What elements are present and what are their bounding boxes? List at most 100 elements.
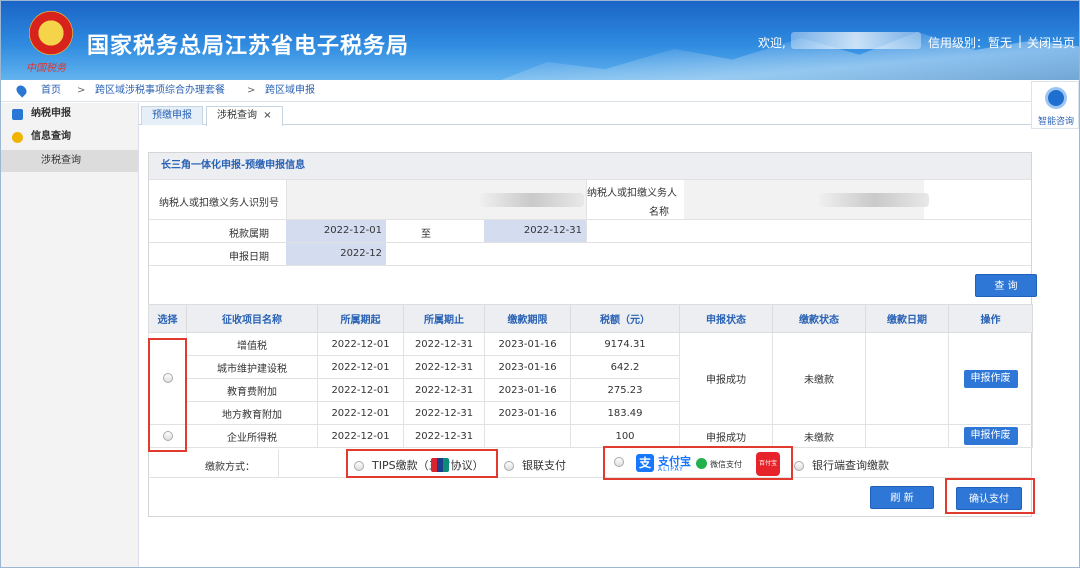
col-select: 选择 bbox=[148, 304, 187, 333]
deadline: 2023-01-16 bbox=[484, 401, 571, 425]
tab-label: 涉税查询 bbox=[217, 110, 257, 121]
col-amount: 税额（元） bbox=[570, 304, 680, 333]
breadcrumb-separator: > bbox=[247, 85, 256, 96]
panel-title: 长三角一体化申报-预缴申报信息 bbox=[149, 153, 1031, 179]
pay-status: 未缴款 bbox=[772, 424, 866, 448]
col-pay-date: 缴款日期 bbox=[865, 304, 949, 333]
action-cell: 申报作废 bbox=[948, 332, 1033, 425]
welcome-text: 欢迎, bbox=[758, 36, 786, 50]
grid-icon bbox=[12, 109, 23, 120]
deadline: 2023-01-16 bbox=[484, 355, 571, 379]
col-pay-status: 缴款状态 bbox=[772, 304, 866, 333]
declare-date-field[interactable]: 2022-12 bbox=[286, 243, 386, 265]
highlight-tips-option bbox=[346, 449, 498, 478]
sidebar-item-tax-declaration[interactable]: 纳税申报 bbox=[1, 103, 138, 125]
highlight-select-column bbox=[148, 338, 187, 452]
col-period-start: 所属期起 bbox=[317, 304, 404, 333]
tab-tax-query[interactable]: 涉税查询 × bbox=[206, 106, 283, 126]
payment-method-row: 缴款方式： TIPS缴款（三方协议） 银联支付 支 支付宝 ALIPAY 微信支… bbox=[148, 450, 1032, 478]
declare-status: 申报成功 bbox=[679, 424, 773, 448]
amount: 275.23 bbox=[570, 378, 680, 402]
breadcrumb-separator: > bbox=[77, 85, 86, 96]
void-declaration-button[interactable]: 申报作废 bbox=[963, 369, 1018, 388]
action-cell: 申报作废 bbox=[948, 424, 1033, 448]
pay-date bbox=[865, 424, 949, 448]
col-deadline: 缴款期限 bbox=[484, 304, 571, 333]
amount: 642.2 bbox=[570, 355, 680, 379]
amount: 9174.31 bbox=[570, 332, 680, 356]
declare-date-label: 申报日期 bbox=[229, 252, 269, 263]
period-start: 2022-12-01 bbox=[317, 424, 404, 448]
sidebar-subitem-tax-query[interactable]: 涉税查询 bbox=[1, 150, 138, 172]
tax-emblem-icon bbox=[29, 11, 73, 55]
breadcrumb-home[interactable]: 首页 bbox=[41, 81, 61, 101]
deadline: 2023-01-16 bbox=[484, 332, 571, 356]
radio-bank-query[interactable] bbox=[794, 461, 804, 471]
highlight-alipay-wechat-option bbox=[603, 446, 793, 480]
sidebar-subitem-label: 涉税查询 bbox=[41, 155, 81, 166]
period-end: 2022-12-31 bbox=[403, 424, 485, 448]
col-action: 操作 bbox=[948, 304, 1033, 333]
tab-label: 预缴申报 bbox=[152, 110, 192, 121]
tab-close-icon[interactable]: × bbox=[263, 110, 271, 121]
tab-prepay-declare[interactable]: 预缴申报 bbox=[141, 106, 203, 125]
header-separator: | bbox=[1018, 34, 1023, 48]
sidebar-item-label: 纳税申报 bbox=[31, 108, 71, 119]
sidebar-item-label: 信息查询 bbox=[31, 131, 71, 142]
payment-method-label: 缴款方式： bbox=[205, 462, 255, 473]
location-pin-icon bbox=[14, 83, 29, 98]
headset-icon bbox=[1045, 87, 1067, 109]
pay-option-unionpay[interactable]: 银联支付 bbox=[504, 457, 566, 473]
tax-items-table: 选择 征收项目名称 所属期起 所属期止 缴款期限 税额（元） 申报状态 缴款状态… bbox=[148, 304, 1033, 448]
page-frame: 中国税务 国家税务总局江苏省电子税务局 欢迎, 信用级别：暂无 | 关闭当页 首… bbox=[0, 0, 1080, 568]
sidebar-item-info-query[interactable]: 信息查询 bbox=[1, 126, 138, 148]
period-end: 2022-12-31 bbox=[403, 355, 485, 379]
item-name: 企业所得税 bbox=[186, 424, 318, 448]
item-name: 地方教育附加 bbox=[186, 401, 318, 425]
site-title: 国家税务总局江苏省电子税务局 bbox=[87, 34, 410, 59]
void-declaration-button[interactable]: 申报作废 bbox=[963, 427, 1018, 445]
table-row: 企业所得税 2022-12-01 2022-12-31 100 申报成功 未缴款… bbox=[148, 424, 1033, 448]
period-start: 2022-12-01 bbox=[317, 332, 404, 356]
assistant-label: 智能咨询 bbox=[1037, 117, 1074, 127]
redacted-taxpayer-name bbox=[819, 193, 929, 207]
taxpayer-name-label: 纳税人或扣缴义务人 bbox=[587, 188, 677, 199]
breadcrumb: 首页 > 跨区域涉税事项综合办理套餐 > 跨区域申报 bbox=[1, 81, 1079, 102]
credit-level: 信用级别：暂无 bbox=[928, 36, 1013, 50]
col-item-name: 征收项目名称 bbox=[186, 304, 318, 333]
tab-bar: 预缴申报 涉税查询 × bbox=[139, 103, 1031, 126]
pay-option-bank-query[interactable]: 银行端查询缴款 bbox=[794, 457, 889, 473]
query-button[interactable]: 查 询 bbox=[975, 274, 1037, 297]
breadcrumb-cross-region-package[interactable]: 跨区域涉税事项综合办理套餐 bbox=[95, 81, 225, 101]
taxpayer-name-label-2: 名称 bbox=[649, 207, 669, 218]
tax-period-label: 税款属期 bbox=[229, 229, 269, 240]
period-end-field[interactable]: 2022-12-31 bbox=[484, 220, 586, 242]
redacted-username bbox=[791, 32, 921, 49]
item-name: 增值税 bbox=[186, 332, 318, 356]
declare-status: 申报成功 bbox=[679, 332, 773, 425]
close-page-link[interactable]: 关闭当页 bbox=[1027, 34, 1075, 51]
pay-date bbox=[865, 332, 949, 425]
period-start: 2022-12-01 bbox=[317, 401, 404, 425]
smart-assistant-button[interactable]: 智能咨询 bbox=[1031, 81, 1079, 129]
period-end: 2022-12-31 bbox=[403, 401, 485, 425]
table-header-row: 选择 征收项目名称 所属期起 所属期止 缴款期限 税额（元） 申报状态 缴款状态… bbox=[148, 304, 1033, 333]
period-start-field[interactable]: 2022-12-01 bbox=[286, 220, 386, 242]
logo-subtitle: 中国税务 bbox=[26, 63, 66, 74]
period-to-label: 至 bbox=[421, 229, 431, 240]
deadline bbox=[484, 424, 571, 448]
period-start: 2022-12-01 bbox=[317, 355, 404, 379]
col-period-end: 所属期止 bbox=[403, 304, 485, 333]
period-start: 2022-12-01 bbox=[317, 378, 404, 402]
site-header: 中国税务 国家税务总局江苏省电子税务局 欢迎, 信用级别：暂无 | 关闭当页 bbox=[1, 1, 1079, 80]
bank-query-label: 银行端查询缴款 bbox=[812, 459, 889, 472]
unionpay-label: 银联支付 bbox=[522, 459, 566, 472]
radio-unionpay[interactable] bbox=[504, 461, 514, 471]
chat-icon bbox=[12, 132, 23, 143]
breadcrumb-cross-region-declare[interactable]: 跨区域申报 bbox=[265, 81, 315, 101]
refresh-button[interactable]: 刷 新 bbox=[870, 486, 934, 509]
period-end: 2022-12-31 bbox=[403, 332, 485, 356]
pay-status: 未缴款 bbox=[772, 332, 866, 425]
item-name: 教育费附加 bbox=[186, 378, 318, 402]
col-declare-status: 申报状态 bbox=[679, 304, 773, 333]
